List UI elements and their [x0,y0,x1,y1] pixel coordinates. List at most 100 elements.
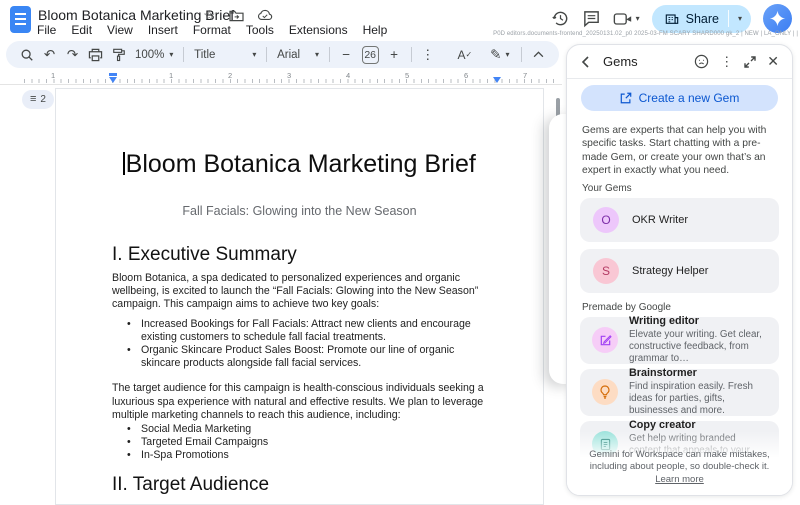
version-history-icon[interactable] [551,9,570,28]
cloud-status-icon[interactable] [257,9,273,21]
doc-subtitle[interactable]: Fall Facials: Glowing into the New Seaso… [112,204,487,218]
document-page[interactable]: Bloom Botanica Marketing Brief Fall Faci… [55,88,544,505]
gem-item-brainstormer[interactable]: Brainstormer Find inspiration easily. Fr… [580,369,779,416]
gem-avatar: O [593,207,619,233]
right-indent-marker[interactable] [493,77,501,83]
lightbulb-icon [592,379,618,405]
font-size-input[interactable]: 26 [362,46,379,64]
doc-paragraph[interactable]: The target audience for this campaign is… [112,382,487,422]
comment-icon[interactable] [582,9,601,28]
paint-format-icon[interactable] [107,43,130,67]
menu-file[interactable]: File [37,23,56,37]
gems-panel-header: Gems ⋮ ✕ [567,45,792,79]
gem-item-strategy-helper[interactable]: S Strategy Helper [580,249,779,293]
menu-view[interactable]: View [107,23,133,37]
search-menus-icon[interactable] [15,43,38,67]
undo-icon[interactable]: ↶ [38,43,61,67]
menu-edit[interactable]: Edit [71,23,92,37]
ruler-number: 6 [464,71,468,80]
doc-bullet-item[interactable]: Increased Bookings for Fall Facials: Att… [112,318,487,344]
more-options-icon[interactable]: ⋮ [720,54,733,70]
doc-tabs-toggle[interactable]: ≡ 2 [22,90,54,109]
gem-item-writing-editor[interactable]: Writing editor Elevate your writing. Get… [580,317,779,364]
doc-heading-executive-summary[interactable]: I. Executive Summary [112,244,487,266]
share-dropdown[interactable]: ▾ [729,15,751,23]
menu-format[interactable]: Format [193,23,231,37]
create-new-gem-button[interactable]: Create a new Gem [581,85,778,111]
zoom-select[interactable]: 100%▾ [130,49,178,61]
expand-icon[interactable] [744,56,756,68]
text-cursor [123,152,125,175]
ruler-number: 3 [287,71,291,80]
paragraph-style-select[interactable]: Title▾ [189,49,261,61]
join-call-button[interactable]: ▾ [613,11,640,27]
gems-description: Gems are experts that can help you with … [582,124,777,178]
gemini-button[interactable] [763,4,792,33]
proofread-icon[interactable]: A✓ [453,43,476,67]
hide-menus-icon[interactable] [527,43,550,67]
doc-title-text: Bloom Botanica Marketing Brief [126,150,476,178]
doc-title-line[interactable]: Bloom Botanica Marketing Brief [112,149,487,179]
gem-name: OKR Writer [632,214,688,226]
move-folder-icon[interactable] [229,9,244,22]
more-tools-icon[interactable]: ⋮ [416,43,439,67]
gem-name: Brainstormer [629,367,769,379]
menu-tools[interactable]: Tools [246,23,274,37]
ruler-number: 2 [228,71,232,80]
chevron-down-icon: ▾ [636,15,640,23]
gemini-sparkle-icon [769,10,786,27]
gem-description: Find inspiration easily. Fresh ideas for… [629,381,769,417]
font-family-select[interactable]: Arial▾ [272,49,324,61]
left-indent-marker[interactable] [109,77,117,83]
increase-font-size-button[interactable]: + [383,43,406,67]
first-line-indent-marker[interactable] [109,73,117,76]
gem-description: Elevate your writing. Get clear, constru… [629,329,769,365]
doc-paragraph[interactable]: Bloom Botanica, a spa dedicated to perso… [112,272,487,312]
star-icon[interactable]: ☆ [203,7,216,23]
premade-by-google-label: Premade by Google [582,302,777,313]
redo-icon[interactable]: ↷ [61,43,84,67]
doc-bullet-item[interactable]: Targeted Email Campaigns [112,436,487,449]
close-icon[interactable]: ✕ [767,53,779,70]
doc-heading-target-audience[interactable]: II. Target Audience [112,474,487,496]
disclaimer-text: Gemini for Workspace can make mistakes, … [589,449,769,473]
domain-lock-icon [665,12,679,25]
pen-tool-icon[interactable]: ✎▾ [488,43,511,67]
gem-name: Strategy Helper [632,265,708,277]
gem-name: Copy creator [629,419,769,431]
ruler-number: 1 [51,71,55,80]
tabs-list-icon: ≡ [30,94,36,105]
print-icon[interactable] [84,43,107,67]
menu-extensions[interactable]: Extensions [289,23,348,37]
ruler-number: 7 [523,71,527,80]
ruler-number: 5 [405,71,409,80]
gem-item-okr-writer[interactable]: O OKR Writer [580,198,779,242]
panel-title: Gems [603,54,683,69]
menu-help[interactable]: Help [363,23,388,37]
feedback-icon[interactable] [694,54,709,69]
docs-logo-icon[interactable] [10,6,31,33]
ruler-number: 4 [346,71,350,80]
doc-bullet-item[interactable]: In-Spa Promotions [112,449,487,462]
menu-bar: File Edit View Insert Format Tools Exten… [37,23,387,37]
learn-more-link[interactable]: Learn more [655,474,704,485]
share-button[interactable]: Share ▾ [652,5,751,33]
doc-bullet-item[interactable]: Organic Skincare Product Sales Boost: Pr… [112,344,487,370]
doc-bullet-list: Increased Bookings for Fall Facials: Att… [112,318,487,371]
pencil-square-icon [592,327,618,353]
ruler[interactable]: 1 1 2 3 4 5 6 7 [0,70,562,85]
ruler-number: 1 [169,71,173,80]
decrease-font-size-button[interactable]: − [335,43,358,67]
gem-avatar: S [593,258,619,284]
build-debug-text: P0D editors.documents-frontend_20250131.… [493,31,798,37]
doc-bullet-list: Social Media Marketing Targeted Email Ca… [112,423,487,463]
gem-name: Writing editor [629,315,769,327]
gemini-disclaimer: Gemini for Workspace can make mistakes, … [567,431,792,496]
toolbar: ↶ ↷ 100%▾ Title▾ Arial▾ − 26 + ⋮ A✓ ✎▾ [6,41,559,68]
open-in-new-icon [620,92,632,104]
menu-insert[interactable]: Insert [148,23,178,37]
doc-bullet-item[interactable]: Social Media Marketing [112,423,487,436]
gems-side-panel: Gems ⋮ ✕ Create a new Gem Gems are exper… [566,44,793,496]
tabs-count-badge: 2 [40,94,46,105]
back-icon[interactable] [580,56,592,68]
